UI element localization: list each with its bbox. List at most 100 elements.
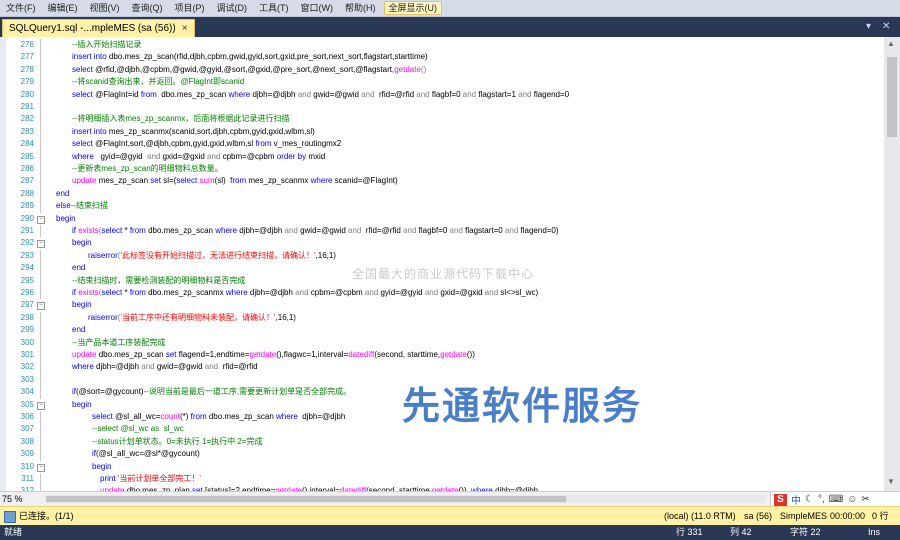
outline-guide: [40, 311, 41, 325]
code-line: 278 select @rfid,@djbh,@cpbm,@gwid,@gyid,…: [0, 63, 884, 77]
collapse-icon[interactable]: −: [37, 302, 45, 311]
code-line: 302 where djbh=@djbh and gwid=@gwid and r…: [0, 361, 884, 374]
scroll-up-icon[interactable]: ▲: [887, 39, 895, 48]
code-token: insert into: [72, 52, 109, 62]
moon-icon[interactable]: ☾: [805, 494, 814, 505]
code-line: 290− begin: [0, 213, 884, 225]
code-text: begin: [92, 461, 112, 473]
connection-status-text: 已连接。(1/1): [19, 511, 74, 521]
menu-item[interactable]: 项目(P): [169, 0, 211, 16]
tab-dropdown-icon[interactable]: ▾: [866, 21, 871, 32]
code-token: begin: [56, 213, 76, 223]
code-token: and: [449, 226, 466, 235]
status-bar: 已连接。(1/1) (local) (11.0 RTM) sa (56) Sim…: [0, 506, 900, 525]
vertical-scroll-thumb[interactable]: [887, 57, 897, 137]
close-tab-icon[interactable]: ×: [182, 20, 188, 38]
outline-guide: [40, 423, 41, 436]
code-token: scanid=@FlagInt): [334, 176, 398, 186]
code-text: select @rfid,@djbh,@cpbm,@gwid,@gyid,@so…: [72, 64, 426, 76]
code-token: (sl): [214, 176, 231, 186]
code-token: getdate: [394, 64, 421, 74]
vertical-scrollbar[interactable]: ▲ ▼: [884, 37, 900, 491]
line-number: 308: [20, 436, 34, 446]
outline-guide: [40, 473, 41, 486]
code-token: count: [160, 412, 180, 421]
insert-mode: Ins: [868, 527, 881, 537]
code-line: 286 --更新表mes_zp_scan的明细物料总数量。: [0, 163, 884, 176]
ready-status: 就绪: [4, 527, 23, 537]
code-token: flagstart=1: [478, 89, 519, 99]
scroll-down-icon[interactable]: ▼: [887, 477, 895, 486]
code-token: dbo.mes_zp_scan: [108, 52, 174, 62]
code-token: v_mes_routingmx2: [273, 139, 342, 149]
code-token: datediff: [348, 350, 375, 359]
code-token: rfid=@rfid: [363, 226, 404, 235]
code-text: --当产品本道工序装配完成: [72, 337, 165, 349]
horizontal-scroll-thumb[interactable]: [46, 496, 566, 502]
code-line: 281: [0, 101, 884, 114]
code-token: (second, starttime,: [374, 350, 441, 359]
code-token: begin: [72, 399, 92, 409]
code-token: --将scanid查询出来，并返回。@FlagInt即scanid: [72, 77, 245, 87]
code-text: print '当前计划单全部完工！': [100, 473, 201, 485]
collapse-icon[interactable]: −: [37, 401, 45, 410]
code-token: dbo.mes_zp_scan: [98, 350, 166, 359]
horizontal-scrollbar[interactable]: [46, 495, 766, 503]
code-token: update: [72, 176, 99, 186]
line-number: 285: [20, 151, 34, 161]
code-token: select: [101, 288, 125, 297]
code-line: 297− begin: [0, 299, 884, 311]
tools-icon[interactable]: ✂: [861, 494, 869, 505]
line-number: 294: [20, 263, 34, 273]
line-number: 281: [20, 102, 34, 111]
query-tab[interactable]: SQLQuery1.sql -...mpleMES (sa (56)) ×: [2, 19, 195, 38]
code-line: 283 insert into mes_zp_scanmx(scanid,sort…: [0, 125, 884, 139]
user-icon[interactable]: ☺: [847, 494, 857, 505]
collapse-icon[interactable]: −: [37, 240, 45, 249]
menu-item[interactable]: 窗口(W): [295, 0, 340, 16]
outline-guide: [40, 249, 41, 263]
outline-guide: [40, 125, 41, 139]
collapse-icon[interactable]: −: [37, 215, 45, 224]
ime-language[interactable]: 中: [791, 492, 801, 507]
ime-logo-icon[interactable]: S: [774, 493, 787, 506]
punctuation-icon[interactable]: °,: [818, 494, 825, 505]
menu-item[interactable]: 视图(V): [84, 0, 126, 16]
keyboard-icon[interactable]: ⌨: [829, 494, 843, 505]
code-token: from: [140, 89, 160, 99]
outline-guide: [40, 361, 41, 374]
code-line: 282 --将明细插入表mes_zp_scanmx，后面将根据此记录进行扫描: [0, 113, 884, 126]
ide-status-strip: 就绪 行 331 列 42 字符 22 Ins: [0, 525, 900, 540]
code-token: --select @sl_wc as sl_wc: [92, 424, 184, 434]
fullscreen-menu-item[interactable]: 全屏显示(U): [383, 1, 442, 15]
code-token: and: [204, 362, 221, 372]
outline-guide: [40, 150, 41, 163]
code-token: @sl_all_wc=: [115, 412, 161, 421]
code-token: select: [72, 139, 96, 149]
line-number: 297: [20, 300, 34, 310]
menu-item[interactable]: 文件(F): [0, 0, 42, 16]
menu-item[interactable]: 帮助(H): [339, 0, 382, 16]
collapse-icon[interactable]: −: [37, 463, 45, 472]
code-text: begin: [72, 299, 92, 311]
code-token: from: [230, 176, 249, 186]
code-token: --结束扫描: [70, 201, 109, 211]
outline-guide: [40, 138, 41, 151]
code-token: flagend=0: [533, 89, 570, 99]
code-token: (*): [179, 412, 191, 421]
menu-item[interactable]: 调试(D): [211, 0, 254, 16]
code-token: set: [165, 350, 179, 359]
outline-guide: [40, 113, 41, 126]
menu-item[interactable]: 编辑(E): [42, 0, 84, 16]
zoom-level[interactable]: 75 %: [2, 492, 23, 506]
outline-guide: [40, 373, 41, 387]
close-window-icon[interactable]: ✕: [882, 21, 890, 32]
code-token: from: [129, 226, 149, 235]
menu-item[interactable]: 查询(Q): [126, 0, 169, 16]
code-token: '此标签没有开始扫描过，无法进行结束扫描，请确认！': [120, 250, 316, 260]
code-token: order by: [276, 151, 309, 161]
cursor-column: 列 42: [730, 527, 752, 537]
menu-item[interactable]: 工具(T): [253, 0, 295, 16]
code-token: gxid=@gxid: [162, 151, 208, 161]
line-number: 290: [20, 213, 34, 223]
